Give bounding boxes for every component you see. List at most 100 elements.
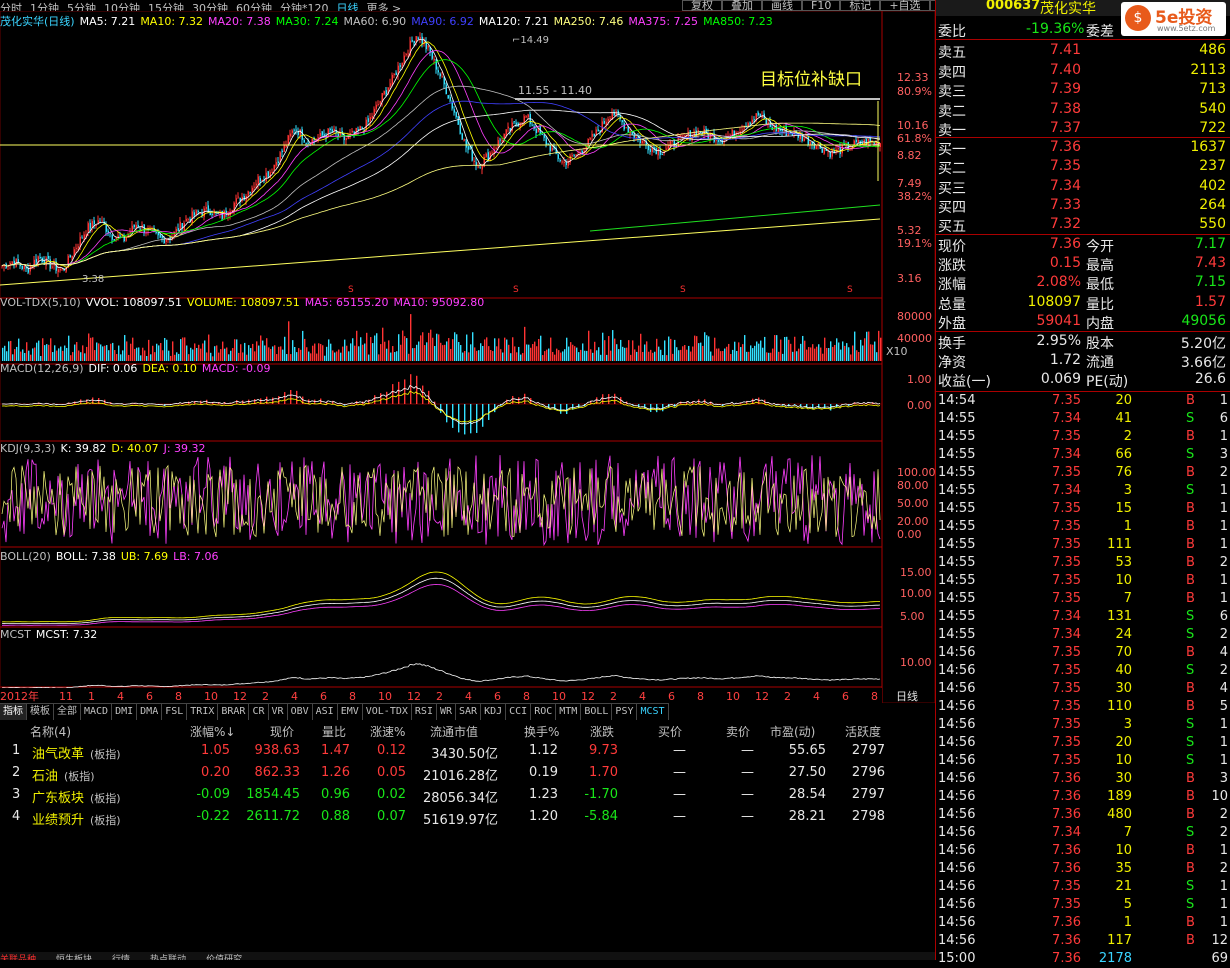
toolbar-button[interactable]: F10	[802, 0, 840, 11]
bid-level[interactable]: 买三7.34402	[936, 177, 1230, 196]
footer-tab[interactable]: 关联品种	[0, 955, 36, 960]
table-row[interactable]: 1油气改革(板指)1.05938.631.470.123430.50亿1.129…	[0, 740, 935, 762]
toolbar-button[interactable]: +自选	[880, 0, 929, 11]
table-header-cell[interactable]: 换手%	[524, 723, 559, 740]
legend-item: J: 39.32	[164, 442, 206, 455]
vol-bar	[620, 340, 621, 361]
indicator-tab[interactable]: CCI	[506, 703, 531, 720]
period-tab[interactable]: 分钟*120	[280, 2, 329, 11]
vol-bar	[344, 340, 345, 361]
candle-body	[592, 134, 594, 137]
vol-bar	[370, 337, 371, 361]
ask-level[interactable]: 卖四7.402113	[936, 61, 1230, 80]
table-header-cell[interactable]: 买价	[658, 723, 682, 740]
footer-tab[interactable]: 恒生板块	[56, 955, 92, 960]
footer-tab[interactable]: 热点联动	[150, 955, 186, 960]
kline-chart-svg[interactable]: 目标位补缺口⌐14.493.3811.55 - 11.4012.3380.9%1…	[0, 11, 935, 703]
indicator-tab[interactable]: WR	[437, 703, 456, 720]
indicator-tab[interactable]: KDJ	[481, 703, 506, 720]
macd-bar	[398, 382, 399, 404]
table-header-cell[interactable]: 活跃度	[845, 723, 881, 740]
vol-bar	[468, 352, 469, 361]
vol-bar	[440, 343, 441, 361]
vol-bar	[192, 349, 193, 361]
indicator-tab[interactable]: BOLL	[581, 703, 612, 720]
bid-level[interactable]: 买二7.35237	[936, 157, 1230, 176]
toolbar-button[interactable]: 叠加	[722, 0, 762, 11]
table-header-cell[interactable]: 涨跌	[590, 723, 614, 740]
toolbar-button[interactable]: 标记	[840, 0, 880, 11]
period-tab[interactable]: 分时	[0, 2, 22, 11]
candle-body	[750, 122, 752, 124]
table-header-cell[interactable]: 涨速%	[370, 723, 405, 740]
period-tab[interactable]: 5分钟	[67, 2, 96, 11]
table-header-cell[interactable]: 量比	[322, 723, 346, 740]
vol-bar	[50, 338, 51, 361]
indicator-tab[interactable]: OBV	[288, 703, 313, 720]
vol-bar	[656, 339, 657, 361]
indicator-tab[interactable]: CR	[249, 703, 268, 720]
table-row[interactable]: 3广东板块(板指)-0.091854.450.960.0228056.34亿1.…	[0, 784, 935, 806]
vol-bar	[550, 338, 551, 361]
period-tab[interactable]: 日线	[337, 2, 359, 11]
period-tab[interactable]: 15分钟	[148, 2, 184, 11]
indicator-tab[interactable]: MCST	[637, 703, 668, 720]
indicator-tab[interactable]: BRAR	[218, 703, 249, 720]
vol-bar	[40, 356, 41, 361]
table-row[interactable]: 2石油(板指)0.20862.331.260.0521016.28亿0.191.…	[0, 762, 935, 784]
indicator-tab[interactable]: SAR	[456, 703, 481, 720]
row-name: 石油(板指)	[32, 765, 95, 784]
vol-bar	[12, 354, 13, 361]
indicator-tab[interactable]: 模板	[27, 703, 54, 720]
indicator-tab[interactable]: RSI	[412, 703, 437, 720]
toolbar-button[interactable]: 画线	[762, 0, 802, 11]
indicator-tab[interactable]: FSL	[162, 703, 187, 720]
indicator-tab[interactable]: DMI	[112, 703, 137, 720]
bid-level[interactable]: 买四7.33264	[936, 196, 1230, 215]
period-tab[interactable]: 1分钟	[30, 2, 59, 11]
bid-level[interactable]: 买五7.32550	[936, 215, 1230, 234]
indicator-tab[interactable]: VOL-TDX	[363, 703, 412, 720]
ask-level[interactable]: 卖五7.41486	[936, 41, 1230, 60]
period-tab[interactable]: 10分钟	[104, 2, 140, 11]
candle-body	[158, 232, 160, 235]
candle-body	[438, 70, 440, 72]
period-tab[interactable]: 更多 >	[367, 2, 402, 11]
table-header-cell[interactable]: 流通市值	[430, 723, 478, 740]
indicator-tab[interactable]: MTM	[556, 703, 581, 720]
vol-bar	[842, 341, 843, 361]
vol-bar	[224, 349, 225, 361]
toolbar-button[interactable]: 复权	[682, 0, 722, 11]
footer-tab[interactable]: 行情	[112, 955, 130, 960]
indicator-tab[interactable]: TRIX	[187, 703, 218, 720]
indicator-tab[interactable]: MACD	[81, 703, 112, 720]
macd-bar	[440, 404, 441, 413]
table-header-cell[interactable]: 卖价	[726, 723, 750, 740]
table-header-cell[interactable]: 涨幅%↓	[190, 723, 235, 740]
kline-chart-area[interactable]: 目标位补缺口⌐14.493.3811.55 - 11.4012.3380.9%1…	[0, 11, 935, 703]
table-header-cell[interactable]: 现价	[270, 723, 294, 740]
period-tab[interactable]: 30分钟	[192, 2, 228, 11]
indicator-tab[interactable]: ASI	[313, 703, 338, 720]
vol-bar	[676, 347, 677, 361]
signal-marker: S	[348, 285, 354, 295]
mcst-axis-label: 10.00	[900, 656, 932, 669]
bid-level[interactable]: 买一7.361637	[936, 138, 1230, 157]
ask-level[interactable]: 卖一7.37722	[936, 119, 1230, 138]
indicator-tab[interactable]: VR	[269, 703, 288, 720]
table-header-cell[interactable]: 市盈(动)	[770, 723, 815, 740]
indicator-tab[interactable]: 全部	[54, 703, 81, 720]
ask-level[interactable]: 卖二7.38540	[936, 100, 1230, 119]
indicator-tab[interactable]: ROC	[531, 703, 556, 720]
vol-bar	[878, 331, 879, 361]
indicator-tab[interactable]: 指标	[0, 703, 27, 720]
footer-tab[interactable]: 价值研究	[206, 955, 242, 960]
indicator-tab[interactable]: PSY	[612, 703, 637, 720]
indicator-tab[interactable]: DMA	[137, 703, 162, 720]
indicator-tab[interactable]: EMV	[338, 703, 363, 720]
vol-bar	[216, 345, 217, 361]
period-tab[interactable]: 60分钟	[236, 2, 272, 11]
ask-level[interactable]: 卖三7.39713	[936, 80, 1230, 99]
table-header-cell[interactable]: 名称(4)	[30, 723, 71, 740]
table-row[interactable]: 4业绩预升(板指)-0.222611.720.880.0751619.97亿1.…	[0, 806, 935, 828]
